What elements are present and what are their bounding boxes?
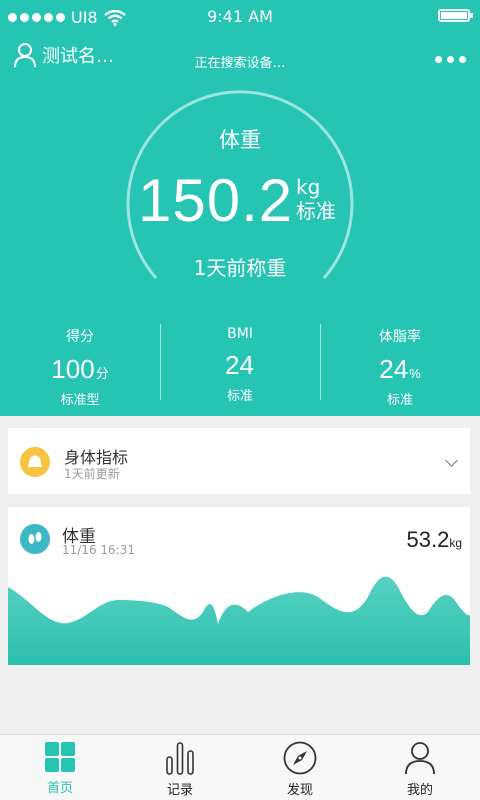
footprint-icon <box>20 524 50 554</box>
weight-label: 体重 <box>219 128 261 152</box>
stat-value: 24 <box>225 350 254 380</box>
stat-score[interactable]: 得分 100分 标准型 <box>0 322 160 408</box>
tab-home[interactable]: 首页 <box>0 735 120 800</box>
stat-bmi[interactable]: BMI 24 标准 <box>160 322 320 404</box>
stat-body-fat[interactable]: 体脂率 24% 标准 <box>320 322 480 408</box>
tab-records[interactable]: 记录 <box>120 735 240 800</box>
compass-icon <box>283 741 317 775</box>
stats-row: 得分 100分 标准型 BMI 24 标准 体脂率 24% 标准 <box>0 322 480 408</box>
tab-profile[interactable]: 我的 <box>360 735 480 800</box>
profile-icon <box>405 742 435 775</box>
stat-label: 体脂率 <box>379 329 421 345</box>
bottom-tab-bar: 首页 记录 发现 我的 <box>0 734 480 800</box>
weight-unit: kg <box>296 175 321 199</box>
tab-label: 记录 <box>166 783 193 798</box>
device-search-status: 正在搜索设备… <box>194 56 286 71</box>
tab-discover[interactable]: 发现 <box>240 735 360 800</box>
body-metrics-card[interactable]: 身体指标 1天前更新 <box>8 428 470 494</box>
more-options-icon[interactable] <box>435 56 466 63</box>
stat-label: 得分 <box>66 329 94 345</box>
weight-trend-date: 11/16 16:31 <box>62 543 135 557</box>
stat-value: 100分 <box>51 354 109 384</box>
stat-status: 标准型 <box>60 393 100 408</box>
scale-icon <box>20 447 50 477</box>
hero-panel: UI8 9:41 AM 测试名… 正在搜索设备… 体重 150.2 kg 标准 … <box>0 0 480 416</box>
home-grid-icon <box>45 742 75 772</box>
weight-trend-value: 53.2kg <box>406 527 462 552</box>
weight-value: 150.2 <box>138 167 294 234</box>
weight-unit-status: kg 标准 <box>296 175 336 223</box>
tab-label: 发现 <box>286 783 313 798</box>
tab-label: 首页 <box>46 781 73 796</box>
weight-trend-wave <box>8 576 470 665</box>
status-time: 9:41 AM <box>207 7 273 26</box>
status-bar: UI8 9:41 AM <box>0 0 480 34</box>
tab-label: 我的 <box>406 783 433 798</box>
weight-trend-card[interactable]: 体重 11/16 16:31 53.2kg <box>8 507 470 665</box>
body-metrics-updated: 1天前更新 <box>64 467 120 481</box>
stat-status: 标准 <box>226 389 253 404</box>
chevron-down-icon[interactable] <box>445 454 458 467</box>
bar-chart-icon <box>166 742 194 775</box>
weight-measured-time: 1天前称重 <box>193 256 287 280</box>
weight-status: 标准 <box>296 199 336 223</box>
battery-icon <box>438 9 473 22</box>
stat-label: BMI <box>227 326 253 342</box>
stat-status: 标准 <box>386 393 413 408</box>
stat-value: 24% <box>379 354 421 384</box>
